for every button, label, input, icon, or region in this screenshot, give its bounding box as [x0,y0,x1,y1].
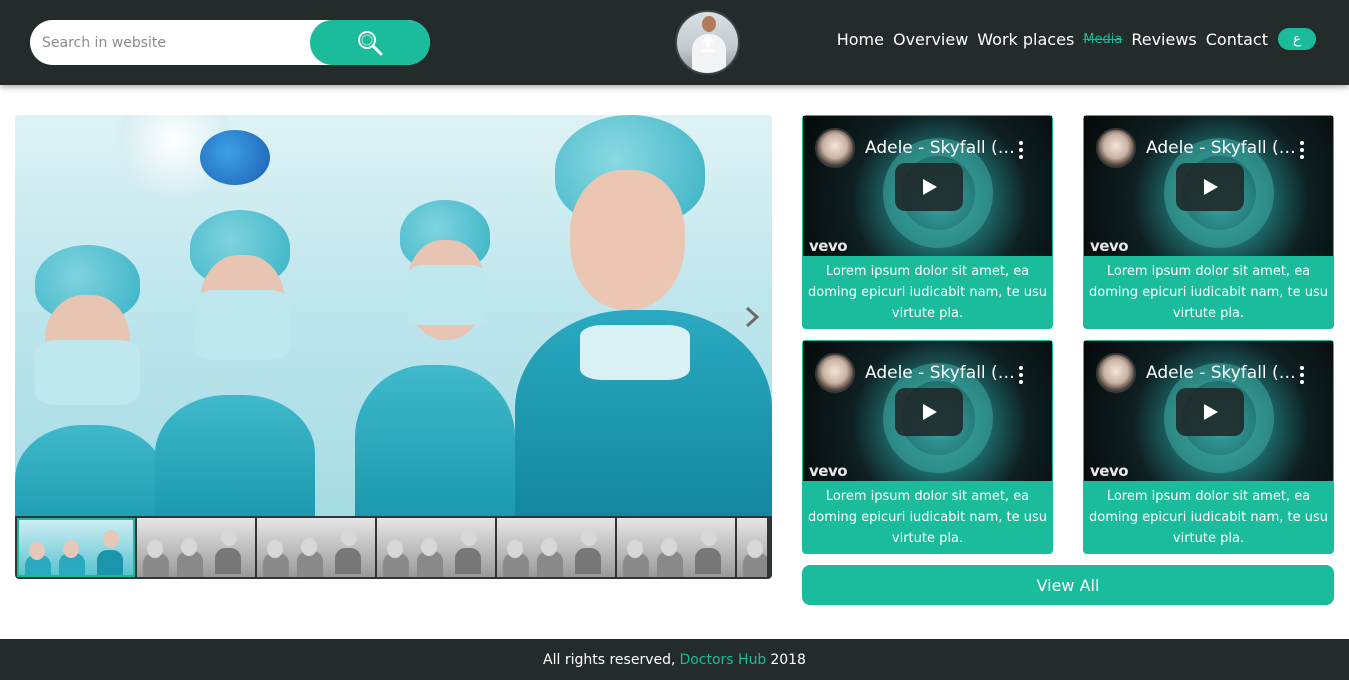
nav-overview[interactable]: Overview [893,30,968,49]
video-description: Lorem ipsum dolor sit amet, ea doming ep… [1089,264,1328,321]
nav-reviews[interactable]: Reviews [1131,30,1196,49]
video-card[interactable]: Adele - Skyfall (Lyric Video) vevo Lorem… [802,340,1053,554]
video-description: Lorem ipsum dolor sit amet, ea doming ep… [1089,489,1328,546]
gallery-thumbnail[interactable] [377,518,495,577]
play-button[interactable] [895,388,963,436]
video-thumbnail[interactable]: Adele - Skyfall (Lyric Video) vevo [803,116,1052,256]
main-nav: Home Overview Work places Media Reviews … [828,28,1316,50]
gallery-main-image [15,115,772,516]
site-header: Home Overview Work places Media Reviews … [0,0,1349,85]
play-button[interactable] [1176,163,1244,211]
gallery-thumbnail[interactable] [137,518,255,577]
more-options-icon[interactable] [1298,365,1306,385]
site-footer: All rights reserved, Doctors Hub 2018 [0,639,1349,680]
upload-icon[interactable] [677,12,738,73]
play-button[interactable] [895,163,963,211]
channel-badge: vevo [809,237,848,255]
channel-avatar[interactable] [815,353,855,393]
profile-avatar[interactable] [675,10,740,75]
video-card[interactable]: Adele - Skyfall (Lyric Video) vevo Lorem… [1083,115,1334,329]
footer-year: 2018 [770,651,806,668]
search-bar [30,20,430,65]
video-thumbnail[interactable]: Adele - Skyfall (Lyric Video) vevo [1084,341,1333,481]
channel-badge: vevo [809,462,848,480]
gallery-thumbnail[interactable] [617,518,735,577]
gallery-thumbnail[interactable] [737,518,767,577]
surgical-lamp-light [200,130,270,185]
footer-brand-link[interactable]: Doctors Hub [679,652,766,668]
photo-gallery [15,115,772,579]
play-icon [1204,179,1218,195]
more-options-icon[interactable] [1298,140,1306,160]
gallery-thumbnail[interactable] [17,518,135,577]
channel-avatar[interactable] [815,128,855,168]
video-thumbnail[interactable]: Adele - Skyfall (Lyric Video) vevo [803,341,1052,481]
video-description: Lorem ipsum dolor sit amet, ea doming ep… [808,489,1047,546]
search-input[interactable] [30,20,320,65]
nav-media[interactable]: Media [1083,32,1122,47]
video-card[interactable]: Adele - Skyfall (Lyric Video) vevo Lorem… [802,115,1053,329]
video-title[interactable]: Adele - Skyfall (Lyric Video) [865,138,1015,158]
search-button[interactable] [310,20,430,65]
nav-work-places[interactable]: Work places [977,30,1074,49]
chevron-right-icon[interactable] [742,305,762,329]
gallery-thumbnail[interactable] [257,518,375,577]
channel-badge: vevo [1090,462,1129,480]
play-button[interactable] [1176,388,1244,436]
channel-avatar[interactable] [1096,128,1136,168]
play-icon [1204,404,1218,420]
play-icon [923,404,937,420]
video-card[interactable]: Adele - Skyfall (Lyric Video) vevo Lorem… [1083,340,1334,554]
gallery-thumbnail[interactable] [497,518,615,577]
channel-badge: vevo [1090,237,1129,255]
nav-contact[interactable]: Contact [1206,30,1268,49]
search-icon [358,30,383,55]
nav-home[interactable]: Home [837,30,884,49]
footer-copyright-prefix: All rights reserved, [543,651,676,668]
video-title[interactable]: Adele - Skyfall (Lyric Video) [1146,363,1296,383]
more-options-icon[interactable] [1017,365,1025,385]
channel-avatar[interactable] [1096,353,1136,393]
video-title[interactable]: Adele - Skyfall (Lyric Video) [865,363,1015,383]
view-all-button[interactable]: View All [802,565,1334,605]
gallery-thumbnails [15,516,772,579]
video-thumbnail[interactable]: Adele - Skyfall (Lyric Video) vevo [1084,116,1333,256]
play-icon [923,179,937,195]
more-options-icon[interactable] [1017,140,1025,160]
video-description: Lorem ipsum dolor sit amet, ea doming ep… [808,264,1047,321]
language-toggle-button[interactable]: ع [1278,28,1316,50]
video-title[interactable]: Adele - Skyfall (Lyric Video) [1146,138,1296,158]
